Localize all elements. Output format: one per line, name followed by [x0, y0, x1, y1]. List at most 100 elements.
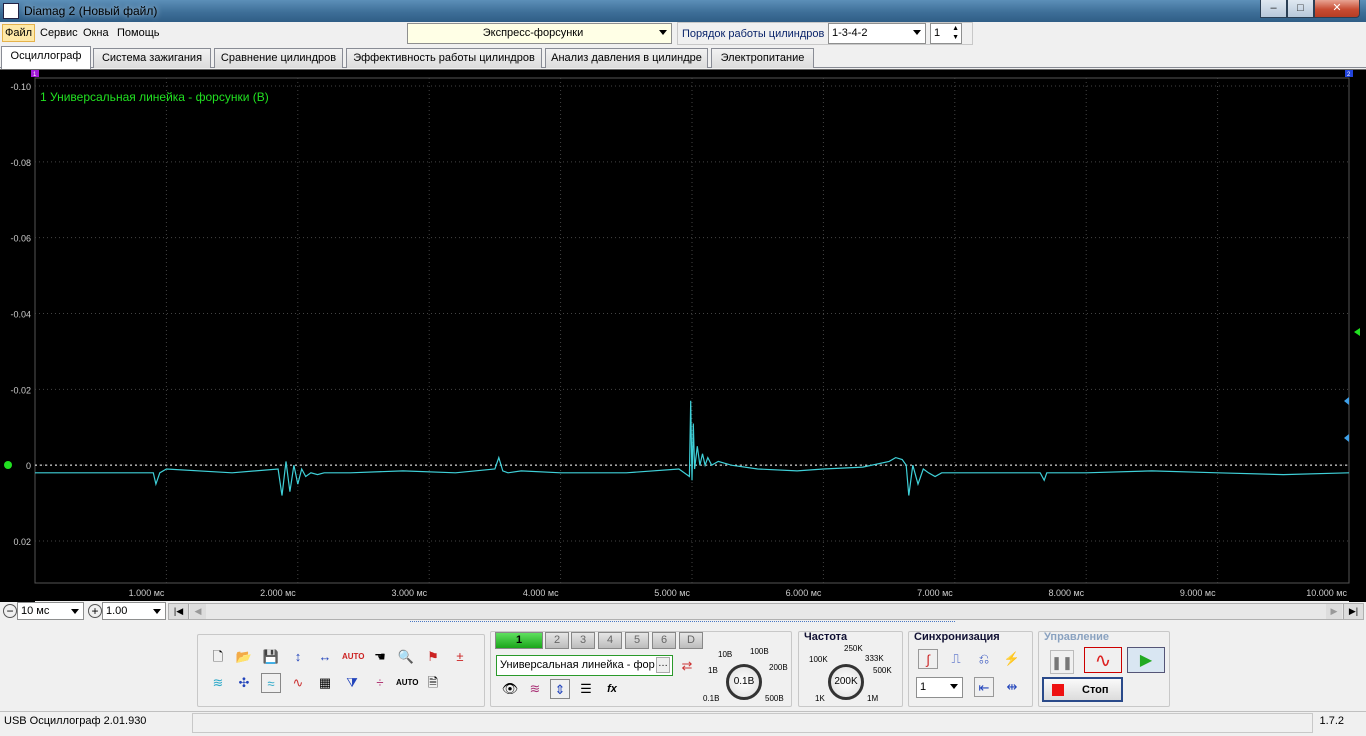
menu-file[interactable]: Файл: [2, 24, 36, 42]
horizontal-scale-icon[interactable]: ↔: [315, 647, 335, 667]
y-tick-label: -0.08: [10, 158, 31, 168]
scroll-end-icon[interactable]: ▶|: [1343, 604, 1363, 619]
zoom-in-icon[interactable]: +: [88, 604, 102, 618]
invert-wave-icon[interactable]: ≋: [525, 679, 545, 699]
y-tick-label: -0.02: [10, 385, 31, 395]
scroll-right-icon[interactable]: ▶: [1326, 604, 1342, 619]
channel-2-button[interactable]: 2: [545, 632, 569, 649]
menu-help[interactable]: Помощь: [117, 27, 160, 39]
minimize-button[interactable]: –: [1260, 0, 1287, 18]
marker-handle-upper[interactable]: [1344, 397, 1349, 405]
wave-overlay-icon[interactable]: ≈: [261, 673, 281, 693]
x-tick-label: 1.000 мс: [129, 588, 165, 598]
reset-zero-icon[interactable]: ±: [450, 647, 470, 667]
sync-center-icon[interactable]: ⇹: [1002, 677, 1022, 697]
save-icon[interactable]: 💾: [261, 647, 281, 667]
menu-windows[interactable]: Окна: [83, 27, 109, 39]
new-file-icon[interactable]: 🗋: [208, 647, 228, 667]
frequency-knob[interactable]: 200K: [828, 664, 864, 700]
sync-edge-down-icon[interactable]: ⎌: [974, 649, 994, 669]
y-tick-label: 0: [26, 461, 31, 471]
open-folder-icon[interactable]: 📂: [234, 647, 254, 667]
filter-icon[interactable]: ⧩: [342, 673, 362, 693]
pause-icon[interactable]: ❚❚: [1050, 650, 1074, 674]
splitter[interactable]: [410, 621, 955, 627]
eye-icon[interactable]: 👁: [500, 679, 520, 699]
tab-pressure-analysis[interactable]: Анализ давления в цилиндре: [545, 48, 708, 68]
grid-lines-icon[interactable]: ☰: [576, 679, 596, 699]
volt-label-100: 100B: [750, 647, 769, 656]
sync-title: Синхронизация: [914, 631, 1000, 643]
tab-oscilloscope[interactable]: Осциллограф: [1, 46, 91, 69]
sync-auto-icon[interactable]: ⚡: [1002, 649, 1022, 669]
control-title: Управление: [1044, 631, 1110, 643]
volt-label-200: 200B: [769, 663, 788, 672]
version-label: 1.7.2: [1319, 715, 1344, 727]
scroll-start-icon[interactable]: |◀: [169, 604, 189, 619]
tab-ignition[interactable]: Система зажигания: [93, 48, 211, 68]
swap-probe-icon[interactable]: ⇄: [677, 656, 697, 676]
stop-button[interactable]: Стоп: [1042, 677, 1123, 702]
document-icon[interactable]: 🗎: [423, 673, 443, 693]
wave-compare-icon[interactable]: ∿: [288, 673, 308, 693]
tab-cylinder-efficiency[interactable]: Эффективность работы цилиндров: [346, 48, 542, 68]
sync-shift-left-icon[interactable]: ⇤: [974, 677, 994, 697]
flag-add-icon[interactable]: ⚑: [423, 647, 443, 667]
sync-channel-select[interactable]: 1: [916, 677, 963, 698]
sync-rising-icon[interactable]: ∫: [918, 649, 938, 669]
chevron-down-icon: [913, 30, 921, 35]
sync-edge-up-icon[interactable]: ⎍: [946, 649, 966, 669]
channel-5-button[interactable]: 5: [625, 632, 649, 649]
cylinder-spinner[interactable]: 1 ▲ ▼: [930, 23, 962, 44]
volt-label-10: 10B: [718, 650, 733, 659]
time-scrollbar[interactable]: |◀ ◀ ▶ ▶|: [168, 603, 1364, 620]
scroll-left-icon[interactable]: ◀: [190, 604, 206, 619]
firing-order-select[interactable]: 1-3-4-2: [828, 23, 926, 44]
auto-scale-icon[interactable]: AUTO: [342, 647, 365, 667]
single-capture-icon[interactable]: ∿: [1084, 647, 1122, 673]
channel-d-button[interactable]: D: [679, 632, 703, 649]
probe-more-button[interactable]: …: [656, 657, 670, 673]
table-icon[interactable]: ▦: [315, 673, 335, 693]
tab-power-supply[interactable]: Электропитание: [711, 48, 814, 68]
menu-service[interactable]: Сервис: [40, 27, 78, 39]
channel-4-button[interactable]: 4: [598, 632, 622, 649]
vertical-move-icon[interactable]: ⇕: [550, 679, 570, 699]
zero-offset-handle[interactable]: [4, 461, 12, 469]
x-tick-label: 2.000 мс: [260, 588, 296, 598]
vertical-scale-icon[interactable]: ↕: [288, 647, 308, 667]
volt-label-1: 1B: [708, 666, 718, 675]
voltage-select[interactable]: 1.00: [102, 602, 166, 620]
mode-select[interactable]: Экспресс-форсунки: [407, 23, 672, 44]
app-icon: [3, 3, 19, 19]
voltage-knob[interactable]: 0.1B: [726, 664, 762, 700]
hand-pan-icon[interactable]: ☚: [370, 647, 390, 667]
freq-label-500k: 500K: [873, 666, 892, 675]
tab-cylinder-compare[interactable]: Сравнение цилиндров: [214, 48, 343, 68]
zoom-out-icon[interactable]: −: [3, 604, 17, 618]
continuous-run-icon[interactable]: ▶: [1127, 647, 1165, 673]
spinner-arrows-icon[interactable]: ▲ ▼: [952, 24, 959, 42]
maximize-button[interactable]: □: [1287, 0, 1314, 18]
y-tick-label: -0.10: [10, 82, 31, 92]
timebase-select[interactable]: 10 мс: [17, 602, 84, 620]
channel-label: 1 Универсальная линейка - форсунки (В): [40, 90, 269, 104]
close-button[interactable]: ✕: [1314, 0, 1360, 18]
volt-label-500: 500B: [765, 694, 784, 703]
channel-3-button[interactable]: 3: [571, 632, 595, 649]
freq-label-1m: 1M: [867, 694, 879, 703]
channel-6-button[interactable]: 6: [652, 632, 676, 649]
oscilloscope-display[interactable]: -0.10 -0.08 -0.06 -0.04 -0.02 0 0.02 1.000 мс 2…: [0, 69, 1366, 602]
tools-panel: [197, 634, 485, 707]
divide-icon[interactable]: ÷: [370, 673, 390, 693]
device-status: USB Осциллограф 2.01.930: [4, 715, 147, 727]
chevron-down-icon: [950, 684, 958, 689]
compress-icon[interactable]: ✣: [234, 673, 254, 693]
channel-stack-icon[interactable]: ≋: [208, 673, 228, 693]
zoom-icon[interactable]: 🔍: [396, 647, 416, 667]
function-icon[interactable]: fx: [602, 679, 622, 699]
probe-select[interactable]: Универсальная линейка - фор …: [496, 655, 673, 676]
auto-measure-icon[interactable]: AUTO: [396, 673, 419, 693]
marker-handle-lower[interactable]: [1344, 434, 1349, 442]
channel-1-button[interactable]: 1: [495, 632, 543, 649]
